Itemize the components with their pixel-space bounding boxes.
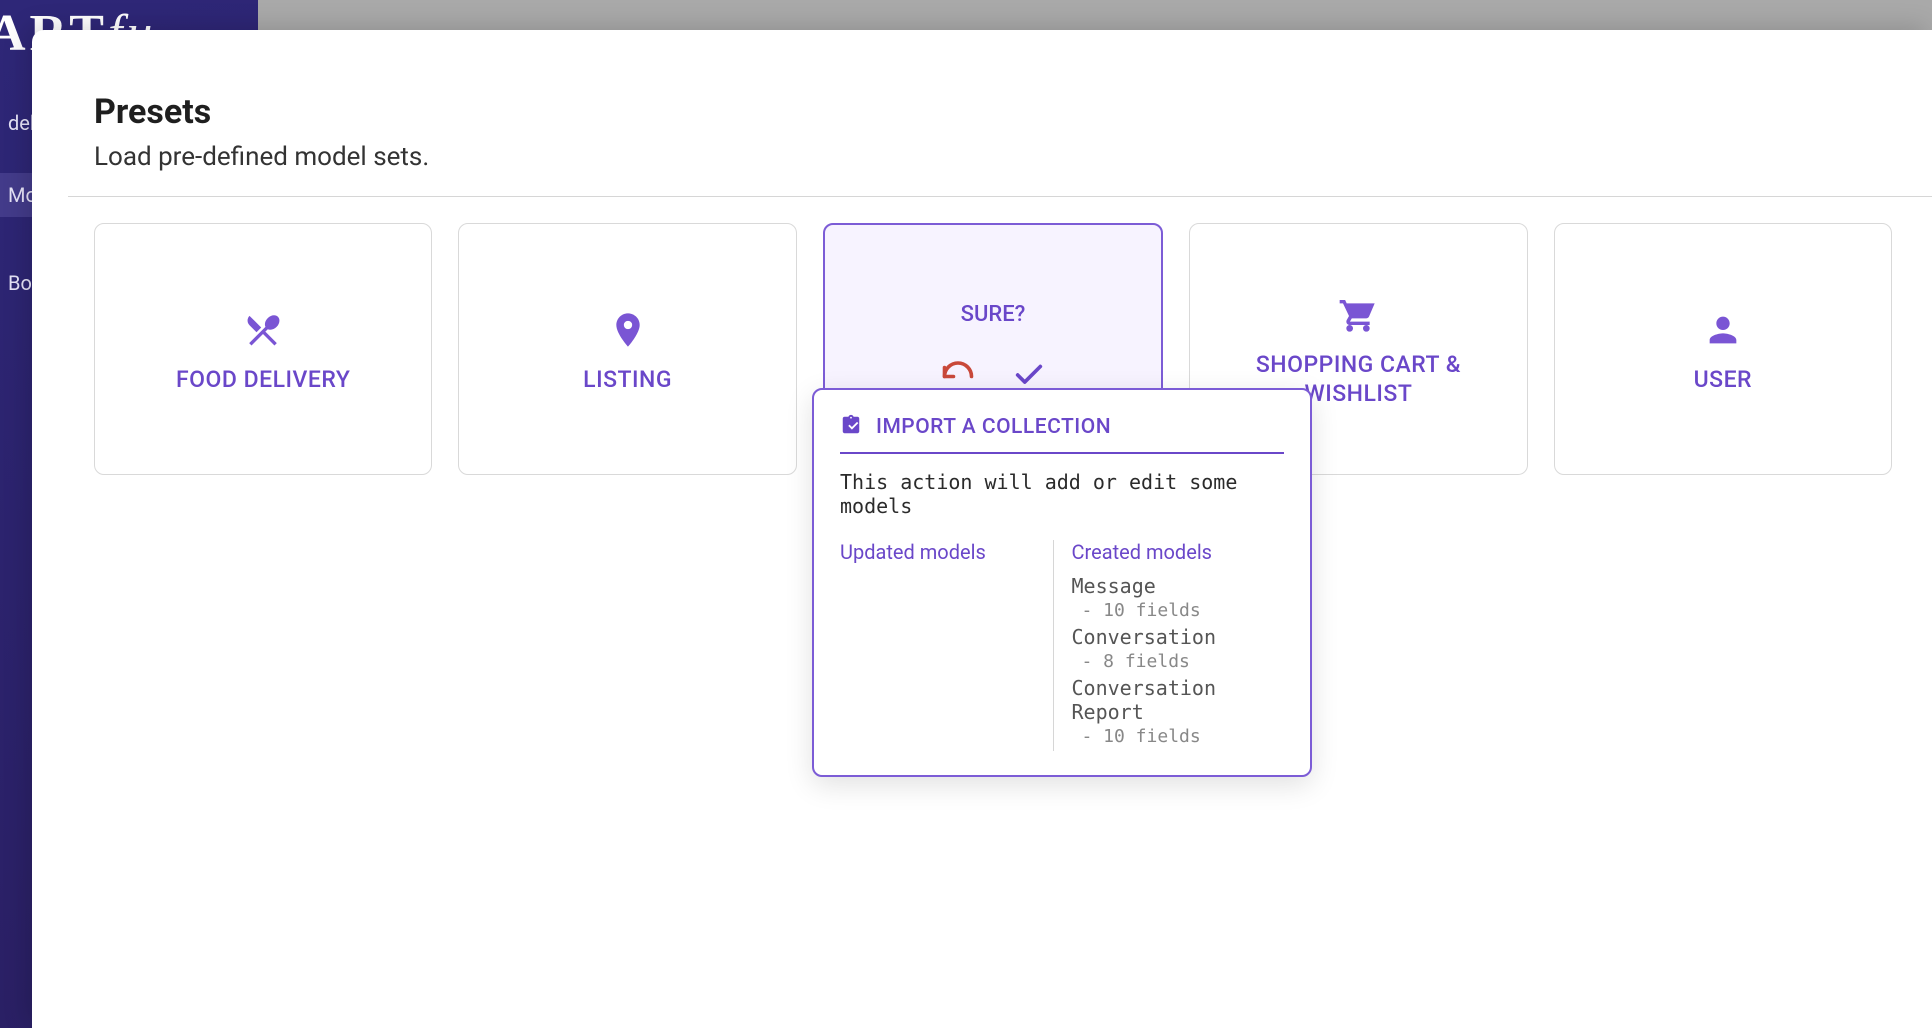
divider (68, 196, 1932, 197)
modal-subtitle: Load pre-defined model sets. (94, 142, 1932, 172)
card-label: USER (1678, 366, 1768, 395)
confirm-prompt: SURE? (961, 302, 1026, 327)
model-fields: - 8 fields (1082, 651, 1277, 672)
preset-card-user[interactable]: USER (1554, 223, 1892, 475)
model-fields: - 10 fields (1082, 726, 1277, 747)
location-pin-icon (608, 304, 648, 356)
model-fields: - 10 fields (1082, 600, 1277, 621)
shopping-cart-icon (1338, 289, 1378, 341)
popover-header: IMPORT A COLLECTION (840, 414, 1284, 454)
popover-description: This action will add or edit some models (840, 470, 1284, 518)
created-models-col: Created models Message - 10 fields Conve… (1053, 540, 1285, 751)
popover-columns: Updated models Created models Message - … (840, 540, 1284, 751)
presets-modal: Presets Load pre-defined model sets. FOO… (32, 30, 1932, 1028)
model-name: Conversation (1072, 625, 1277, 649)
card-label: LISTING (567, 366, 688, 395)
updated-models-col: Updated models (840, 540, 1053, 751)
preset-card-listing[interactable]: LISTING (458, 223, 796, 475)
restaurant-icon (243, 304, 283, 356)
user-icon (1703, 304, 1743, 356)
preset-card-food-delivery[interactable]: FOOD DELIVERY (94, 223, 432, 475)
modal-title: Presets (94, 92, 1932, 132)
card-label: FOOD DELIVERY (160, 366, 366, 395)
created-models-title: Created models (1072, 540, 1277, 564)
popover-title: IMPORT A COLLECTION (876, 415, 1111, 439)
model-name: Message (1072, 574, 1277, 598)
import-popover: IMPORT A COLLECTION This action will add… (812, 388, 1312, 777)
model-name: Conversation Report (1072, 676, 1277, 724)
updated-models-title: Updated models (840, 540, 1045, 564)
clipboard-icon (840, 414, 862, 440)
